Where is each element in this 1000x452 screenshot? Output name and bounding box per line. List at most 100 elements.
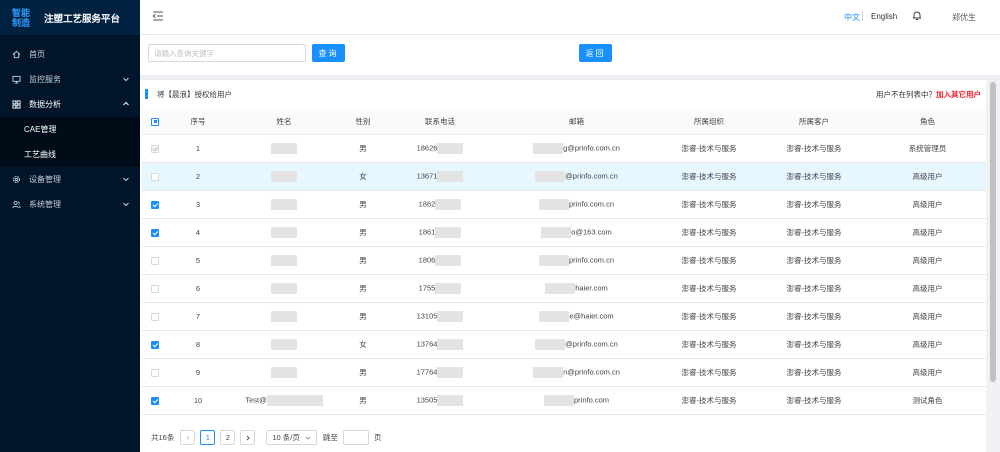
table-row[interactable]: 4 男 1861 o@163.com 澎睿-技术与服务 澎睿-技术与服务 高级用户: [142, 218, 986, 247]
table-row[interactable]: 1 男 18626 g@prinfo.com.cn 澎睿-技术与服务 澎睿-技术与服务 系统…: [142, 134, 986, 163]
cell-email: n@prinfo.com.cn: [494, 358, 659, 387]
cell-phone: 18626: [386, 134, 494, 163]
back-button[interactable]: 返回: [579, 44, 612, 62]
app-logo[interactable]: 智能 制造 注塑工艺服务平台: [0, 0, 140, 35]
cell-role: 高级用户: [869, 330, 986, 359]
jump-suffix: 页: [373, 433, 382, 442]
logo-mark: 智能 制造: [12, 8, 34, 28]
cell-customer: 澎睿-技术与服务: [759, 274, 869, 303]
query-button[interactable]: 查询: [312, 44, 345, 62]
cell-org: 澎睿-技术与服务: [659, 218, 759, 247]
lang-zh-button[interactable]: 中文: [844, 12, 860, 23]
row-checkbox-cell[interactable]: [142, 274, 168, 303]
redaction-mask: [271, 254, 297, 266]
cell-gender: 男: [340, 218, 386, 247]
cell-email-text: n@prinfo.com.cn: [563, 366, 620, 376]
sidebar-item-process-curve[interactable]: 工艺曲线: [0, 142, 140, 167]
row-checkbox-cell[interactable]: [142, 302, 168, 331]
sidebar-item-monitor[interactable]: 监控服务: [0, 67, 140, 92]
pagination-total: 共16条: [151, 433, 175, 442]
jump-page-input[interactable]: [342, 430, 369, 445]
search-input[interactable]: [148, 44, 306, 62]
checkbox[interactable]: [151, 228, 159, 237]
checkbox[interactable]: [151, 117, 159, 126]
table-row[interactable]: 8 女 13764 @prinfo.com.cn 澎睿-技术与服务 澎睿-技术与服务 高级用…: [142, 330, 986, 359]
user-name[interactable]: 郑优生: [952, 12, 976, 23]
row-checkbox-cell[interactable]: [142, 330, 168, 359]
cell-role: 高级用户: [869, 190, 986, 219]
top-header: 中文 English 郑优生: [140, 0, 1000, 35]
table-row[interactable]: 9 男 17764 n@prinfo.com.cn 澎睿-技术与服务 澎睿-技术与服务 高级…: [142, 358, 986, 387]
checkbox[interactable]: [151, 368, 159, 377]
checkbox[interactable]: [151, 340, 159, 349]
table-row[interactable]: 7 男 13105 e@haier.com 澎睿-技术与服务 澎睿-技术与服务 高级用户: [142, 302, 986, 331]
cell-email-text: o@163.com: [571, 226, 612, 236]
table-row[interactable]: 6 男 1755 haier.com 澎睿-技术与服务 澎睿-技术与服务 高级用户: [142, 274, 986, 303]
select-all-checkbox[interactable]: [142, 109, 168, 135]
table-row[interactable]: 3 男 1862 prinfo.com.cn 澎睿-技术与服务 澎睿-技术与服务 高级用户: [142, 190, 986, 219]
col-header-gender: 性别: [340, 109, 386, 135]
cell-no: 4: [168, 218, 228, 247]
cell-email: g@prinfo.com.cn: [494, 134, 659, 163]
checkbox[interactable]: [151, 200, 159, 209]
cell-email-text: haier.com: [575, 282, 608, 292]
row-checkbox-cell[interactable]: [142, 358, 168, 387]
redaction-mask: [435, 254, 462, 266]
cell-email: o@163.com: [494, 218, 659, 247]
cell-no: 10: [168, 386, 228, 415]
page-size-select[interactable]: 10 条/页: [266, 430, 317, 445]
cell-org: 澎睿-技术与服务: [659, 190, 759, 219]
sidebar-item-home[interactable]: 首页: [0, 42, 140, 67]
add-other-user-link[interactable]: 加入其它用户: [936, 90, 981, 99]
cell-org: 澎睿-技术与服务: [659, 386, 759, 415]
sidebar-item-data-analysis[interactable]: 数据分析: [0, 92, 140, 117]
cell-gender: 女: [340, 162, 386, 191]
cell-role: 高级用户: [869, 218, 986, 247]
cell-name: [228, 274, 340, 303]
page-2-button[interactable]: 2: [220, 430, 236, 445]
search-bar: 查询 返回: [140, 35, 1000, 75]
scrollbar-thumb[interactable]: [990, 82, 996, 382]
cell-no: 1: [168, 134, 228, 163]
checkbox[interactable]: [151, 396, 159, 405]
row-checkbox-cell[interactable]: [142, 190, 168, 219]
prev-page-button[interactable]: [180, 430, 196, 445]
vertical-scrollbar[interactable]: [988, 80, 998, 452]
row-checkbox-cell[interactable]: [142, 162, 168, 191]
sidebar-menu: 首页 监控服务 数据分析 CAE管理 工艺曲线 设备管理 系统管理: [0, 42, 140, 217]
next-page-button[interactable]: [240, 430, 256, 445]
cell-name: [228, 302, 340, 331]
row-checkbox-cell[interactable]: [142, 386, 168, 415]
sidebar-item-cae[interactable]: CAE管理: [0, 117, 140, 142]
bell-icon[interactable]: [912, 10, 922, 21]
page-1-button[interactable]: 1: [200, 430, 216, 445]
cell-gender: 女: [340, 330, 386, 359]
cell-no: 6: [168, 274, 228, 303]
card-title: 将【晨浪】授权给用户: [145, 89, 232, 99]
row-checkbox-cell[interactable]: [142, 246, 168, 275]
menu-fold-icon[interactable]: [152, 10, 164, 22]
notice-text: 用户不在列表中？: [876, 90, 936, 99]
redaction-mask: [271, 310, 297, 322]
cell-customer: 澎睿-技术与服务: [759, 246, 869, 275]
redaction-mask: [435, 226, 462, 238]
table-row[interactable]: 2 女 13671 @prinfo.com.cn 澎睿-技术与服务 澎睿-技术与服务 高级用…: [142, 162, 986, 191]
cell-gender: 男: [340, 302, 386, 331]
checkbox[interactable]: [151, 284, 159, 293]
checkbox[interactable]: [151, 256, 159, 265]
cell-email: prinfo.com.cn: [494, 190, 659, 219]
cell-gender: 男: [340, 386, 386, 415]
lang-en-button[interactable]: English: [871, 12, 897, 21]
cell-phone: 17764: [386, 358, 494, 387]
table-row[interactable]: 10 Test@ 男 13505 prinfo.com 澎睿-技术与服务 澎睿-技术与服务测…: [142, 386, 986, 415]
cell-name: [228, 246, 340, 275]
row-checkbox-cell[interactable]: [142, 218, 168, 247]
cell-name: [228, 218, 340, 247]
sidebar-item-system[interactable]: 系统管理: [0, 192, 140, 217]
table-row[interactable]: 5 男 1806 prinfo.com.cn 澎睿-技术与服务 澎睿-技术与服务 高级用户: [142, 246, 986, 275]
row-checkbox-cell[interactable]: [142, 134, 168, 163]
cell-phone-text: 13764: [416, 338, 438, 348]
checkbox[interactable]: [151, 172, 159, 181]
sidebar-item-device[interactable]: 设备管理: [0, 167, 140, 192]
checkbox[interactable]: [151, 312, 159, 321]
